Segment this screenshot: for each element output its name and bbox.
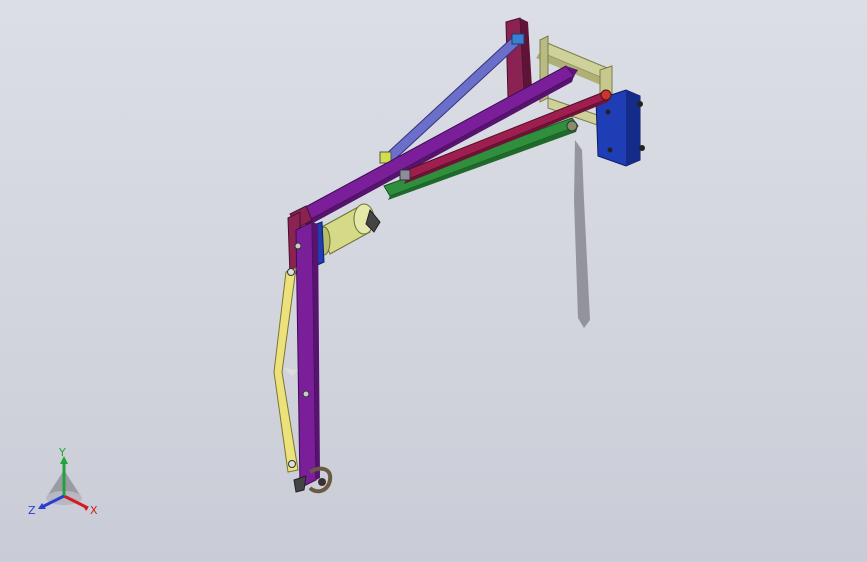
assembly-model[interactable] [0,0,867,562]
model-shadow [574,140,590,328]
y-axis-label: Y [58,448,66,459]
graphics-viewport[interactable]: X Y Z [0,0,867,562]
x-axis-label: X [90,504,98,517]
yellow-outer-arm[interactable] [273,267,299,473]
z-axis-label: Z [28,504,36,517]
main-boom[interactable] [299,65,578,228]
orientation-triad[interactable]: X Y Z [26,448,106,520]
